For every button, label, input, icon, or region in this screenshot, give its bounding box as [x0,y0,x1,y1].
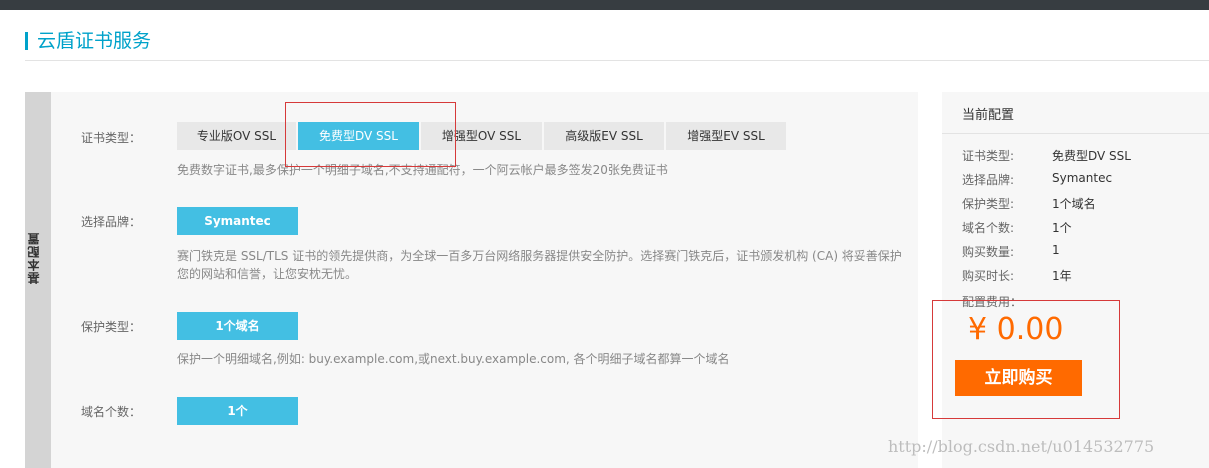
protect-type-option-1-domain[interactable]: 1个域名 [177,312,298,340]
page-title: 云盾证书服务 [37,30,152,52]
current-config-panel: 当前配置 证书类型: 免费型DV SSL 选择品牌: Symantec 保护类型… [942,92,1209,468]
current-config-title: 当前配置 [962,108,1015,123]
side-tab-label: 基本配置 [27,232,41,284]
summary-key: 购买数量: [962,245,1015,259]
protect-type-description: 保护一个明细域名,例如: buy.example.com,或next.buy.e… [177,352,730,366]
brand-description-line1: 赛门铁克是 SSL/TLS 证书的领先提供商，为全球一百多万台网络服务器提供安全… [177,249,902,263]
cert-option-enhanced-ev[interactable]: 增强型EV SSL [666,122,786,150]
top-nav-bar [0,0,1209,10]
cert-type-selector: 专业版OV SSL 免费型DV SSL 增强型OV SSL 高级版EV SSL … [177,122,788,150]
domain-count-option-1[interactable]: 1个 [177,397,298,425]
fee-label: 配置费用： [962,295,1023,309]
domain-count-label: 域名个数： [81,405,142,419]
summary-value: 1个域名 [1052,197,1096,211]
brand-option-symantec[interactable]: Symantec [177,207,298,235]
summary-value: 1年 [1052,269,1072,283]
cert-option-pro-ov[interactable]: 专业版OV SSL [177,122,296,150]
summary-key: 域名个数: [962,221,1015,235]
summary-key: 购买时长: [962,269,1015,283]
cert-type-description: 免费数字证书,最多保护一个明细子域名,不支持通配符，一个阿云帐户最多签发20张免… [177,163,668,177]
summary-key: 证书类型: [962,149,1015,163]
side-tab-basic-config[interactable]: 基本配置 [25,92,51,468]
title-accent-bar [25,32,28,50]
summary-value: Symantec [1052,171,1113,185]
summary-value: 1 [1052,243,1060,257]
protect-type-label: 保护类型： [81,320,142,334]
brand-label: 选择品牌： [81,215,142,229]
cert-option-enhanced-ov[interactable]: 增强型OV SSL [421,122,542,150]
cert-option-advanced-ev[interactable]: 高级版EV SSL [544,122,664,150]
config-panel: 基本配置 证书类型： 专业版OV SSL 免费型DV SSL 增强型OV SSL… [25,92,918,468]
divider [942,133,1209,134]
summary-key: 保护类型: [962,197,1015,211]
summary-key: 选择品牌: [962,173,1015,187]
cert-option-free-dv[interactable]: 免费型DV SSL [298,122,419,150]
divider [25,60,1209,61]
cert-type-label: 证书类型： [81,131,142,145]
buy-now-button[interactable]: 立即购买 [955,360,1082,396]
summary-value: 1个 [1052,221,1072,235]
watermark: http://blog.csdn.net/u014532775 [888,437,1155,456]
brand-description-line2: 您的网站和信誉，让您安枕无忧。 [177,267,358,281]
price-value: ¥ 0.00 [968,312,1064,347]
summary-value: 免费型DV SSL [1052,149,1131,163]
